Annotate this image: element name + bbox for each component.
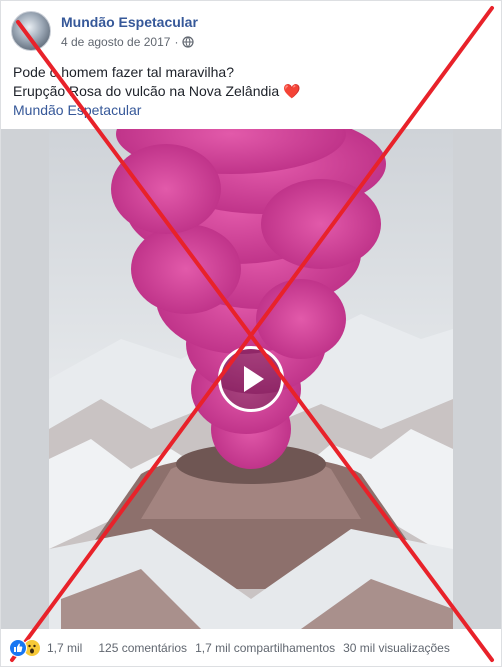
meta-separator: · [174,35,179,49]
play-button[interactable] [218,346,284,412]
post-date[interactable]: 4 de agosto de 2017 [61,35,170,49]
post-header: Mundão Espetacular 4 de agosto de 2017 · [11,11,491,55]
like-icon [9,639,27,657]
post-text: Pode o homem fazer tal maravilha? Erupçã… [13,63,301,120]
reactions[interactable] [9,639,41,657]
page-avatar[interactable] [11,11,51,51]
post-footer: 1,7 mil 125 comentários 1,7 mil comparti… [9,637,499,659]
page-name-link[interactable]: Mundão Espetacular [61,14,198,30]
heart-icon: ❤️ [283,83,301,99]
post-link[interactable]: Mundão Espetacular [13,101,301,120]
shares-count[interactable]: 1,7 mil compartilhamentos [195,641,335,655]
post-text-line-2-content: Erupção Rosa do vulcão na Nova Zelândia [13,83,280,99]
facebook-post: Mundão Espetacular 4 de agosto de 2017 ·… [0,0,502,667]
globe-icon [182,36,195,48]
post-meta: 4 de agosto de 2017 · [61,35,195,49]
comments-count[interactable]: 125 comentários [98,641,187,655]
post-text-line-2: Erupção Rosa do vulcão na Nova Zelândia … [13,82,301,101]
play-icon [244,366,264,392]
reactions-count[interactable]: 1,7 mil [47,641,82,655]
video-player[interactable] [1,129,501,629]
post-text-line-1: Pode o homem fazer tal maravilha? [13,64,234,80]
views-count: 30 mil visualizações [343,641,450,655]
